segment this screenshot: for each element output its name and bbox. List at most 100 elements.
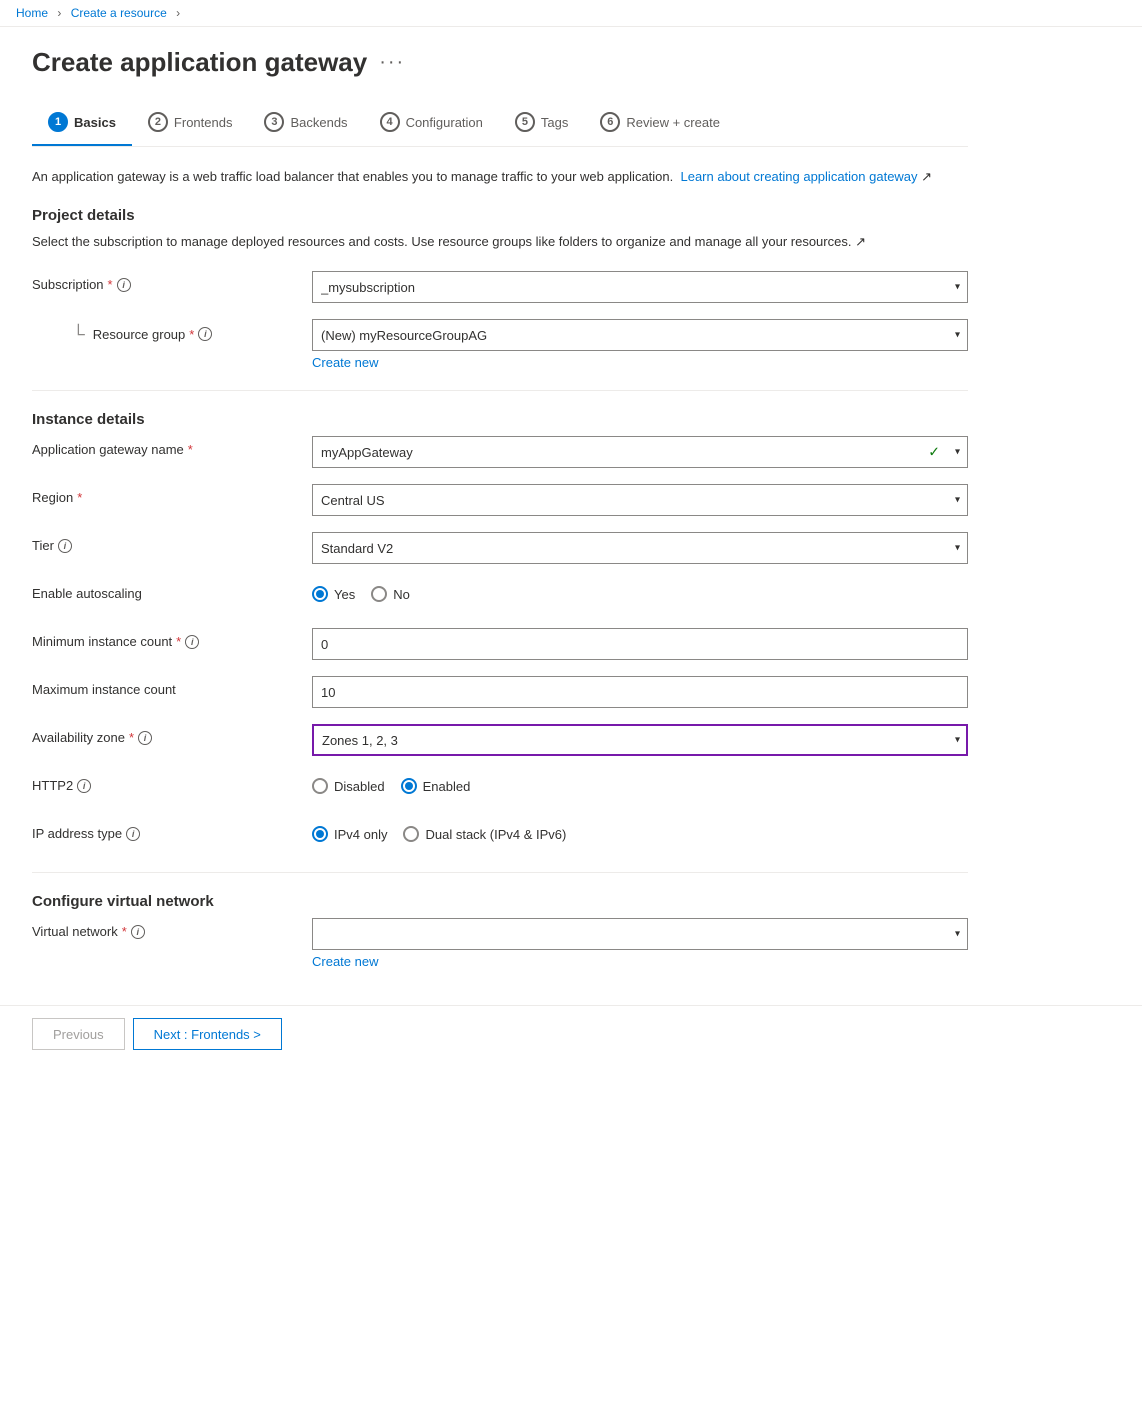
availability-zone-row: Availability zone * i Zones 1, 2, 3 ▾	[32, 724, 968, 756]
ip-address-type-label: IP address type i	[32, 820, 312, 841]
autoscaling-yes-radio[interactable]	[312, 586, 328, 602]
page-title: Create application gateway	[32, 47, 367, 78]
resource-group-create-new-link[interactable]: Create new	[312, 355, 378, 370]
autoscaling-no-radio[interactable]	[371, 586, 387, 602]
tab-frontends-label: Frontends	[174, 115, 233, 130]
autoscaling-no-label: No	[393, 587, 410, 602]
tab-configuration-label: Configuration	[406, 115, 483, 130]
region-select[interactable]: Central US	[312, 484, 968, 516]
max-instance-count-label: Maximum instance count	[32, 676, 312, 697]
tab-tags[interactable]: 5 Tags	[499, 102, 584, 146]
project-details-description: Select the subscription to manage deploy…	[32, 232, 968, 252]
min-instance-info-icon[interactable]: i	[185, 635, 199, 649]
tab-backends[interactable]: 3 Backends	[248, 102, 363, 146]
subscription-label: Subscription * i	[32, 271, 312, 292]
availability-zone-select[interactable]: Zones 1, 2, 3	[312, 724, 968, 756]
http2-info-icon[interactable]: i	[77, 779, 91, 793]
tier-row: Tier i Standard V2 ▾	[32, 532, 968, 564]
http2-disabled-option[interactable]: Disabled	[312, 778, 385, 794]
tab-frontends[interactable]: 2 Frontends	[132, 102, 249, 146]
dual-stack-label: Dual stack (IPv4 & IPv6)	[425, 827, 566, 842]
http2-enabled-option[interactable]: Enabled	[401, 778, 471, 794]
max-instance-count-row: Maximum instance count	[32, 676, 968, 708]
http2-disabled-radio[interactable]	[312, 778, 328, 794]
gateway-name-select-wrapper: myAppGateway ✓ ▾	[312, 436, 968, 468]
availability-zone-required: *	[129, 730, 134, 745]
gateway-name-label: Application gateway name *	[32, 436, 312, 457]
tab-step-3: 3	[264, 112, 284, 132]
tier-label: Tier i	[32, 532, 312, 553]
virtual-network-row: Virtual network * i ▾ Create new	[32, 918, 968, 969]
tab-review-create[interactable]: 6 Review + create	[584, 102, 736, 146]
ipv4-only-radio[interactable]	[312, 826, 328, 842]
instance-details-title: Instance details	[32, 411, 968, 428]
virtual-network-select-wrapper: ▾	[312, 918, 968, 950]
breadcrumb: Home › Create a resource ›	[0, 0, 1142, 27]
tab-step-1: 1	[48, 112, 68, 132]
resource-group-info-icon[interactable]: i	[198, 327, 212, 341]
tier-info-icon[interactable]: i	[58, 539, 72, 553]
project-details-title: Project details	[32, 207, 968, 224]
external-link-icon-2: ↗	[855, 234, 866, 249]
availability-zone-label: Availability zone * i	[32, 724, 312, 745]
learn-more-link[interactable]: Learn about creating application gateway	[680, 169, 917, 184]
autoscaling-yes-label: Yes	[334, 587, 355, 602]
min-instance-count-row: Minimum instance count * i	[32, 628, 968, 660]
http2-enabled-radio[interactable]	[401, 778, 417, 794]
dual-stack-radio[interactable]	[403, 826, 419, 842]
region-row: Region * Central US ▾	[32, 484, 968, 516]
availability-zone-control: Zones 1, 2, 3 ▾	[312, 724, 968, 756]
ipv4-only-option[interactable]: IPv4 only	[312, 826, 387, 842]
tab-basics[interactable]: 1 Basics	[32, 102, 132, 146]
region-select-wrapper: Central US ▾	[312, 484, 968, 516]
resource-group-label: └ Resource group * i	[32, 319, 312, 343]
previous-button[interactable]: Previous	[32, 1018, 125, 1050]
virtual-network-create-new-link[interactable]: Create new	[312, 954, 378, 969]
tab-configuration[interactable]: 4 Configuration	[364, 102, 499, 146]
virtual-network-section-title: Configure virtual network	[32, 893, 968, 910]
tab-step-6: 6	[600, 112, 620, 132]
subscription-row: Subscription * i _mysubscription ▾	[32, 271, 968, 303]
next-button[interactable]: Next : Frontends >	[133, 1018, 282, 1050]
ip-address-type-control: IPv4 only Dual stack (IPv4 & IPv6)	[312, 820, 968, 842]
tab-basics-label: Basics	[74, 115, 116, 130]
autoscaling-no-option[interactable]: No	[371, 586, 410, 602]
resource-group-select[interactable]: (New) myResourceGroupAG	[312, 319, 968, 351]
availability-zone-select-wrapper: Zones 1, 2, 3 ▾	[312, 724, 968, 756]
virtual-network-info-icon[interactable]: i	[131, 925, 145, 939]
availability-zone-info-icon[interactable]: i	[138, 731, 152, 745]
subscription-select[interactable]: _mysubscription	[312, 271, 968, 303]
virtual-network-label: Virtual network * i	[32, 918, 312, 939]
http2-disabled-label: Disabled	[334, 779, 385, 794]
ip-address-type-row: IP address type i IPv4 only Dual stack (…	[32, 820, 968, 852]
subscription-required: *	[108, 277, 113, 292]
resource-group-control: (New) myResourceGroupAG ▾ Create new	[312, 319, 968, 370]
subscription-select-wrapper: _mysubscription ▾	[312, 271, 968, 303]
autoscaling-label: Enable autoscaling	[32, 580, 312, 601]
http2-row: HTTP2 i Disabled Enabled	[32, 772, 968, 804]
virtual-network-select[interactable]	[312, 918, 968, 950]
resource-group-required: *	[189, 327, 194, 342]
tier-control: Standard V2 ▾	[312, 532, 968, 564]
max-instance-count-control	[312, 676, 968, 708]
gateway-name-control: myAppGateway ✓ ▾	[312, 436, 968, 468]
max-instance-count-input[interactable]	[312, 676, 968, 708]
autoscaling-control: Yes No	[312, 580, 968, 602]
tier-select[interactable]: Standard V2	[312, 532, 968, 564]
breadcrumb-create-resource[interactable]: Create a resource	[71, 6, 167, 20]
virtual-network-control: ▾ Create new	[312, 918, 968, 969]
wizard-tabs: 1 Basics 2 Frontends 3 Backends 4 Config…	[32, 102, 968, 147]
more-options-icon[interactable]: ···	[379, 51, 405, 74]
gateway-name-row: Application gateway name * myAppGateway …	[32, 436, 968, 468]
autoscaling-row: Enable autoscaling Yes No	[32, 580, 968, 612]
dual-stack-option[interactable]: Dual stack (IPv4 & IPv6)	[403, 826, 566, 842]
resource-group-row: └ Resource group * i (New) myResourceGro…	[32, 319, 968, 370]
breadcrumb-home[interactable]: Home	[16, 6, 48, 20]
autoscaling-yes-option[interactable]: Yes	[312, 586, 355, 602]
tab-step-2: 2	[148, 112, 168, 132]
min-instance-count-input[interactable]	[312, 628, 968, 660]
gateway-name-select[interactable]: myAppGateway	[312, 436, 968, 468]
resource-group-select-wrapper: (New) myResourceGroupAG ▾	[312, 319, 968, 351]
ip-address-type-info-icon[interactable]: i	[126, 827, 140, 841]
subscription-info-icon[interactable]: i	[117, 278, 131, 292]
